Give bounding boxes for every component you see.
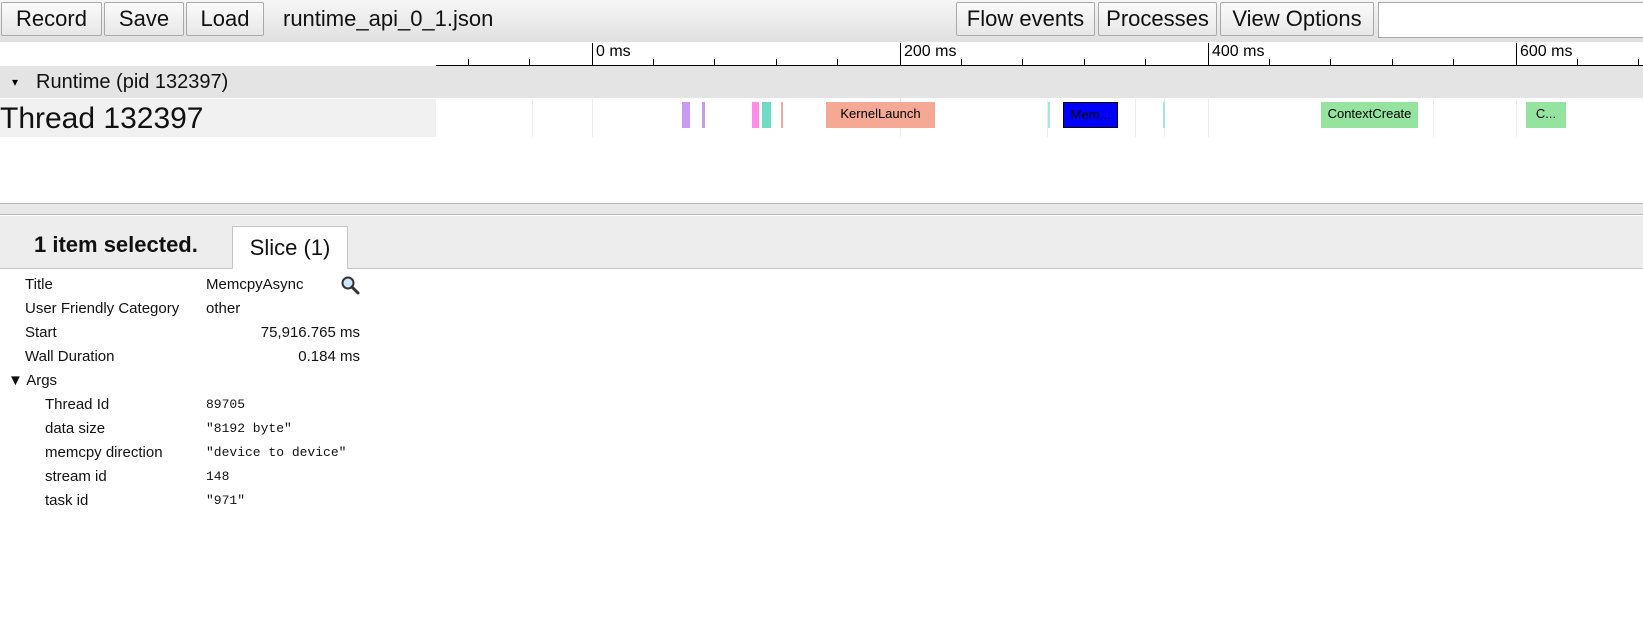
property-row-title: Title MemcpyAsync — [0, 274, 400, 298]
property-row-start: Start 75,916.765 ms — [0, 322, 400, 346]
property-value: MemcpyAsync — [206, 276, 304, 293]
property-value: 75,916.765 ms — [260, 324, 360, 341]
ruler-minor-tick — [1330, 59, 1331, 65]
ruler-minor-tick — [1453, 59, 1454, 65]
arg-value: "971" — [206, 493, 246, 508]
selection-summary: 1 item selected. — [34, 232, 198, 257]
track-gridline — [1208, 99, 1209, 137]
arg-row: Thread Id 89705 — [0, 394, 400, 418]
toolbar: Record Save Load runtime_api_0_1.json Fl… — [0, 0, 1643, 42]
property-key: Start — [25, 324, 57, 341]
slice[interactable] — [752, 102, 759, 128]
ruler-minor-tick — [1084, 59, 1085, 65]
slice[interactable] — [702, 102, 705, 128]
ruler-minor-tick — [653, 59, 654, 65]
ruler-minor-tick — [468, 59, 469, 65]
process-header[interactable]: ▾ Runtime (pid 132397) — [0, 66, 1643, 98]
track-gridline — [592, 99, 593, 137]
args-toggle-row[interactable]: ▼ Args — [0, 370, 400, 394]
slice-context-create[interactable]: ContextCreate — [1321, 102, 1418, 128]
arg-key: data size — [45, 420, 106, 437]
flow-events-button[interactable]: Flow events — [956, 2, 1095, 36]
slice[interactable] — [1163, 102, 1165, 128]
arg-key: task id — [45, 492, 89, 509]
view-options-button[interactable]: View Options — [1220, 2, 1374, 36]
arg-value: "device to device" — [206, 445, 347, 460]
track-gridline — [1135, 99, 1136, 137]
ruler-spacer — [0, 43, 436, 65]
processes-button[interactable]: Processes — [1098, 2, 1217, 36]
tab-slice[interactable]: Slice (1) — [232, 226, 348, 269]
trace-filename: runtime_api_0_1.json — [283, 6, 494, 31]
arg-value: 148 — [206, 469, 230, 484]
ruler-minor-tick — [714, 59, 715, 65]
ruler-minor-tick — [1145, 59, 1146, 65]
property-key: Wall Duration — [25, 348, 115, 365]
search-icon[interactable] — [340, 275, 360, 295]
property-key: User Friendly Category — [25, 300, 180, 317]
record-button[interactable]: Record — [1, 2, 102, 36]
ruler-minor-tick — [1577, 59, 1578, 65]
ruler-minor-tick — [1392, 59, 1393, 65]
ruler-minor-tick — [529, 59, 530, 65]
ruler-minor-tick — [837, 59, 838, 65]
collapse-triangle-icon[interactable]: ▾ — [12, 75, 28, 89]
thread-label: Thread 132397 — [0, 102, 204, 135]
arg-row: data size "8192 byte" — [0, 418, 400, 442]
property-row-category: User Friendly Category other — [0, 298, 400, 322]
expand-triangle-icon[interactable]: ▼ — [8, 372, 23, 389]
slice[interactable] — [781, 102, 783, 128]
ruler-label-0ms: 0 ms — [596, 43, 631, 60]
arg-row: memcpy direction "device to device" — [0, 442, 400, 466]
track-gridline — [532, 99, 533, 137]
arg-value: "8192 byte" — [206, 421, 292, 436]
ruler-minor-tick — [1269, 59, 1270, 65]
args-label: Args — [26, 372, 58, 389]
track-gridline — [1516, 99, 1517, 137]
ruler-minor-tick — [1638, 59, 1639, 65]
slice[interactable] — [1048, 102, 1050, 128]
load-button[interactable]: Load — [186, 2, 264, 36]
slice[interactable] — [762, 102, 771, 128]
thread-track[interactable]: KernelLaunch Mem... ContextCreate C... — [436, 99, 1643, 137]
ruler-minor-tick — [776, 59, 777, 65]
ruler-label-400ms: 400 ms — [1212, 43, 1265, 60]
property-value: other — [206, 300, 241, 317]
ruler-major-tick — [900, 43, 901, 65]
args-toggle[interactable]: ▼ Args — [8, 372, 57, 389]
property-key: Title — [25, 276, 53, 293]
arg-row: stream id 148 — [0, 466, 400, 490]
arg-key: stream id — [45, 468, 107, 485]
arg-value: 89705 — [206, 397, 246, 412]
ruler-major-tick — [592, 43, 593, 65]
track-gridline — [1433, 99, 1434, 137]
time-ruler[interactable]: 0 ms 200 ms 400 ms 600 ms — [436, 43, 1643, 66]
arg-row: task id "971" — [0, 490, 400, 514]
ruler-label-200ms: 200 ms — [904, 43, 957, 60]
save-button[interactable]: Save — [104, 2, 184, 36]
thread-label-cell: Thread 132397 — [0, 99, 437, 137]
property-row-wall-duration: Wall Duration 0.184 ms — [0, 346, 400, 370]
slice-memcpy-selected[interactable]: Mem... — [1063, 102, 1118, 128]
search-input[interactable] — [1378, 2, 1643, 38]
ruler-minor-tick — [1022, 59, 1023, 65]
ruler-major-tick — [1516, 43, 1517, 65]
slice-kernel-launch[interactable]: KernelLaunch — [826, 102, 935, 128]
process-title: Runtime (pid 132397) — [36, 70, 229, 93]
ruler-minor-tick — [961, 59, 962, 65]
slice-context-create-2[interactable]: C... — [1526, 102, 1566, 128]
slice[interactable] — [682, 102, 690, 128]
ruler-label-600ms: 600 ms — [1520, 43, 1573, 60]
arg-key: memcpy direction — [45, 444, 163, 461]
analysis-tabs-bar: 1 item selected. Slice (1) — [0, 216, 1643, 269]
panel-splitter[interactable] — [0, 203, 1643, 215]
property-value: 0.184 ms — [298, 348, 360, 365]
ruler-major-tick — [1208, 43, 1209, 65]
arg-key: Thread Id — [45, 396, 110, 413]
